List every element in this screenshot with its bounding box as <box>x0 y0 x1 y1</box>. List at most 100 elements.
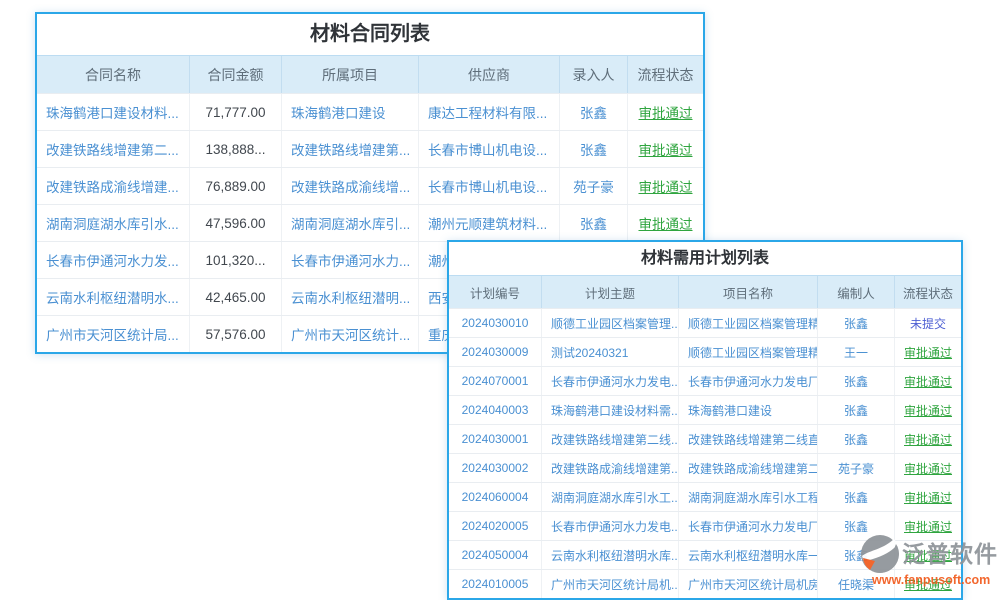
cell-status[interactable]: 未提交 <box>895 309 961 337</box>
cell-theme[interactable]: 长春市伊通河水力发电... <box>542 367 679 395</box>
table-row[interactable]: 2024030009测试20240321顺德工业园区档案管理精...王一审批通过 <box>449 337 961 366</box>
cell-status[interactable]: 审批通过 <box>895 541 961 569</box>
cell-name[interactable]: 长春市伊通河水力发... <box>37 242 190 278</box>
column-header-entry: 录入人 <box>560 56 628 93</box>
column-header-supplier: 供应商 <box>419 56 560 93</box>
table-row[interactable]: 2024030002改建铁路成渝线增建第...改建铁路成渝线增建第二...苑子豪… <box>449 453 961 482</box>
table-row[interactable]: 改建铁路成渝线增建...76,889.00改建铁路成渝线增...长春市博山机电设… <box>37 167 703 204</box>
cell-status[interactable]: 审批通过 <box>895 367 961 395</box>
table-row[interactable]: 2024050004云南水利枢纽潜明水库...云南水利枢纽潜明水库一...张鑫审… <box>449 540 961 569</box>
cell-number[interactable]: 2024070001 <box>449 367 542 395</box>
table-row[interactable]: 2024070001长春市伊通河水力发电...长春市伊通河水力发电厂...张鑫审… <box>449 366 961 395</box>
cell-status[interactable]: 审批通过 <box>895 425 961 453</box>
cell-maker[interactable]: 张鑫 <box>818 541 895 569</box>
table-row[interactable]: 湖南洞庭湖水库引水...47,596.00湖南洞庭湖水库引...潮州元顺建筑材料… <box>37 204 703 241</box>
cell-name[interactable]: 改建铁路线增建第二... <box>37 131 190 167</box>
cell-project[interactable]: 湖南洞庭湖水库引... <box>282 205 419 241</box>
cell-amount: 71,777.00 <box>190 94 282 130</box>
cell-project[interactable]: 云南水利枢纽潜明水库一... <box>679 541 818 569</box>
cell-maker[interactable]: 王一 <box>818 338 895 366</box>
cell-entry[interactable]: 张鑫 <box>560 131 628 167</box>
cell-project[interactable]: 改建铁路线增建第二线直... <box>679 425 818 453</box>
cell-name[interactable]: 改建铁路成渝线增建... <box>37 168 190 204</box>
cell-supplier[interactable]: 潮州元顺建筑材料... <box>419 205 560 241</box>
cell-project[interactable]: 长春市伊通河水力发电厂... <box>679 367 818 395</box>
cell-project[interactable]: 改建铁路成渝线增建第二... <box>679 454 818 482</box>
cell-maker[interactable]: 张鑫 <box>818 512 895 540</box>
cell-project[interactable]: 长春市伊通河水力发电厂... <box>679 512 818 540</box>
cell-project[interactable]: 云南水利枢纽潜明... <box>282 279 419 315</box>
cell-name[interactable]: 云南水利枢纽潜明水... <box>37 279 190 315</box>
cell-status[interactable]: 审批通过 <box>628 168 703 204</box>
cell-status[interactable]: 审批通过 <box>895 396 961 424</box>
cell-maker[interactable]: 苑子豪 <box>818 454 895 482</box>
cell-entry[interactable]: 张鑫 <box>560 205 628 241</box>
table-row[interactable]: 2024040003珠海鹤港口建设材料需...珠海鹤港口建设张鑫审批通过 <box>449 395 961 424</box>
cell-maker[interactable]: 张鑫 <box>818 309 895 337</box>
column-header-status: 流程状态 <box>628 56 703 93</box>
cell-amount: 138,888... <box>190 131 282 167</box>
cell-status[interactable]: 审批通过 <box>895 483 961 511</box>
cell-status[interactable]: 审批通过 <box>895 338 961 366</box>
cell-maker[interactable]: 张鑫 <box>818 425 895 453</box>
cell-amount: 76,889.00 <box>190 168 282 204</box>
cell-number[interactable]: 2024030001 <box>449 425 542 453</box>
cell-project[interactable]: 珠海鹤港口建设 <box>679 396 818 424</box>
cell-status[interactable]: 审批通过 <box>895 512 961 540</box>
cell-status[interactable]: 审批通过 <box>628 94 703 130</box>
cell-theme[interactable]: 广州市天河区统计局机... <box>542 570 679 598</box>
cell-status[interactable]: 审批通过 <box>895 570 961 598</box>
cell-theme[interactable]: 顺德工业园区档案管理... <box>542 309 679 337</box>
cell-project[interactable]: 珠海鹤港口建设 <box>282 94 419 130</box>
cell-project[interactable]: 广州市天河区统计... <box>282 316 419 352</box>
cell-entry[interactable]: 张鑫 <box>560 94 628 130</box>
cell-project[interactable]: 顺德工业园区档案管理精... <box>679 338 818 366</box>
table-row[interactable]: 2024020005长春市伊通河水力发电...长春市伊通河水力发电厂...张鑫审… <box>449 511 961 540</box>
cell-project[interactable]: 改建铁路线增建第... <box>282 131 419 167</box>
cell-number[interactable]: 2024030002 <box>449 454 542 482</box>
cell-project[interactable]: 广州市天河区统计局机房... <box>679 570 818 598</box>
cell-project[interactable]: 长春市伊通河水力... <box>282 242 419 278</box>
cell-number[interactable]: 2024060004 <box>449 483 542 511</box>
cell-maker[interactable]: 张鑫 <box>818 396 895 424</box>
cell-amount: 42,465.00 <box>190 279 282 315</box>
cell-theme[interactable]: 改建铁路线增建第二线... <box>542 425 679 453</box>
cell-name[interactable]: 广州市天河区统计局... <box>37 316 190 352</box>
cell-number[interactable]: 2024030009 <box>449 338 542 366</box>
table-row[interactable]: 2024010005广州市天河区统计局机...广州市天河区统计局机房...任晓渠… <box>449 569 961 598</box>
cell-name[interactable]: 珠海鹤港口建设材料... <box>37 94 190 130</box>
cell-project[interactable]: 湖南洞庭湖水库引水工程... <box>679 483 818 511</box>
table-row[interactable]: 2024030001改建铁路线增建第二线...改建铁路线增建第二线直...张鑫审… <box>449 424 961 453</box>
cell-amount: 47,596.00 <box>190 205 282 241</box>
cell-status[interactable]: 审批通过 <box>628 131 703 167</box>
cell-project[interactable]: 改建铁路成渝线增... <box>282 168 419 204</box>
cell-theme[interactable]: 长春市伊通河水力发电... <box>542 512 679 540</box>
cell-number[interactable]: 2024040003 <box>449 396 542 424</box>
cell-maker[interactable]: 张鑫 <box>818 367 895 395</box>
cell-name[interactable]: 湖南洞庭湖水库引水... <box>37 205 190 241</box>
cell-number[interactable]: 2024030010 <box>449 309 542 337</box>
cell-number[interactable]: 2024050004 <box>449 541 542 569</box>
cell-theme[interactable]: 改建铁路成渝线增建第... <box>542 454 679 482</box>
cell-maker[interactable]: 张鑫 <box>818 483 895 511</box>
cell-supplier[interactable]: 长春市博山机电设... <box>419 168 560 204</box>
cell-supplier[interactable]: 康达工程材料有限... <box>419 94 560 130</box>
cell-maker[interactable]: 任晓渠 <box>818 570 895 598</box>
cell-supplier[interactable]: 长春市博山机电设... <box>419 131 560 167</box>
table-row[interactable]: 改建铁路线增建第二...138,888...改建铁路线增建第...长春市博山机电… <box>37 130 703 167</box>
cell-theme[interactable]: 湖南洞庭湖水库引水工... <box>542 483 679 511</box>
material-demand-plan-table-panel: 材料需用计划列表 计划编号计划主题项目名称编制人流程状态 2024030010顺… <box>447 240 963 600</box>
column-header-project: 项目名称 <box>679 276 818 308</box>
cell-theme[interactable]: 云南水利枢纽潜明水库... <box>542 541 679 569</box>
cell-status[interactable]: 审批通过 <box>628 205 703 241</box>
table-row[interactable]: 2024030010顺德工业园区档案管理...顺德工业园区档案管理精...张鑫未… <box>449 308 961 337</box>
cell-theme[interactable]: 珠海鹤港口建设材料需... <box>542 396 679 424</box>
cell-entry[interactable]: 苑子豪 <box>560 168 628 204</box>
cell-status[interactable]: 审批通过 <box>895 454 961 482</box>
cell-number[interactable]: 2024020005 <box>449 512 542 540</box>
cell-number[interactable]: 2024010005 <box>449 570 542 598</box>
cell-theme[interactable]: 测试20240321 <box>542 338 679 366</box>
cell-project[interactable]: 顺德工业园区档案管理精... <box>679 309 818 337</box>
table-row[interactable]: 2024060004湖南洞庭湖水库引水工...湖南洞庭湖水库引水工程...张鑫审… <box>449 482 961 511</box>
table-row[interactable]: 珠海鹤港口建设材料...71,777.00珠海鹤港口建设康达工程材料有限...张… <box>37 93 703 130</box>
